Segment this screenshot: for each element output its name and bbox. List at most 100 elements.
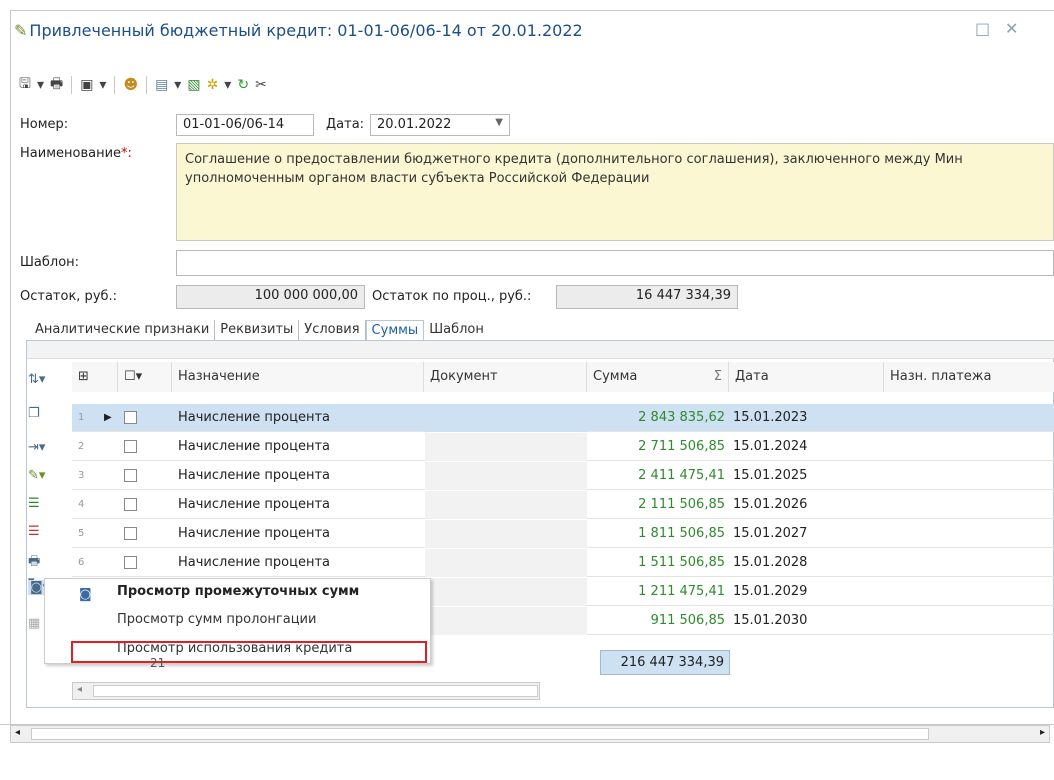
row-checkbox[interactable] bbox=[124, 469, 137, 482]
cell-purpose: Начисление процента bbox=[178, 497, 330, 512]
cell-date: 15.01.2026 bbox=[733, 497, 808, 512]
cell-sum: 1 811 506,85 bbox=[638, 526, 725, 541]
interest-balance-label: Остаток по проц., руб.: bbox=[372, 289, 532, 304]
pencil-icon: ✎ bbox=[14, 21, 28, 40]
scroll-left-icon[interactable]: ◂ bbox=[15, 727, 20, 738]
tab-template[interactable]: Шаблон bbox=[424, 320, 489, 340]
user-icon[interactable]: ☻ bbox=[123, 77, 138, 93]
table-icon[interactable]: ⊞ bbox=[78, 369, 89, 384]
dropdown-arrow-icon[interactable]: ▾ bbox=[174, 77, 181, 93]
cell-date: 15.01.2030 bbox=[733, 613, 808, 628]
footer-count: 21 bbox=[150, 656, 166, 670]
table-row[interactable]: 2 Начисление процента 2 711 506,85 15.01.20… bbox=[72, 433, 1054, 461]
save-icon[interactable]: 🖫 bbox=[19, 73, 31, 97]
interest-balance-field: 16 447 334,39 bbox=[556, 285, 738, 309]
cell-date: 15.01.2025 bbox=[733, 468, 808, 483]
tools-icon[interactable]: ✂ bbox=[255, 77, 267, 93]
toolbar-separator bbox=[71, 76, 73, 94]
menu-item-intermediate-sums[interactable]: Просмотр промежуточных сумм bbox=[117, 584, 359, 599]
cell-date: 15.01.2023 bbox=[733, 410, 808, 425]
cell-sum: 2 111 506,85 bbox=[638, 497, 725, 512]
window-horizontal-scrollbar[interactable]: ◂ ▸ bbox=[10, 725, 1050, 743]
checkbox-icon[interactable]: ☐▾ bbox=[124, 369, 142, 384]
grid-horizontal-scrollbar[interactable]: ◂ bbox=[72, 682, 540, 700]
tab-sums[interactable]: Суммы bbox=[365, 320, 425, 340]
footer-total: 216 447 334,39 bbox=[600, 650, 730, 675]
cell-sum: 2 411 475,41 bbox=[638, 468, 725, 483]
scroll-thumb[interactable] bbox=[93, 685, 538, 697]
maximize-icon[interactable]: □ bbox=[975, 19, 990, 38]
tab-requisites[interactable]: Реквизиты bbox=[215, 320, 300, 340]
row-number: 6 bbox=[78, 557, 85, 568]
row-checkbox[interactable] bbox=[124, 440, 137, 453]
column-document[interactable]: Документ bbox=[424, 362, 587, 392]
sum-icon: Σ bbox=[713, 369, 722, 384]
menu-item-prolongation-sums[interactable]: Просмотр сумм пролонгации bbox=[117, 612, 316, 627]
cell-purpose: Начисление процента bbox=[178, 410, 330, 425]
current-row-icon: ▶ bbox=[104, 412, 112, 423]
cell-document bbox=[425, 520, 587, 548]
dropdown-arrow-icon[interactable]: ▾ bbox=[37, 77, 44, 93]
cell-purpose: Начисление процента bbox=[178, 439, 330, 454]
template-field[interactable] bbox=[176, 250, 1054, 276]
copy-icon[interactable]: ▣ bbox=[80, 77, 93, 93]
row-number: 1 bbox=[78, 412, 85, 423]
cell-document bbox=[425, 462, 587, 490]
cell-document bbox=[425, 433, 587, 461]
cell-date: 15.01.2027 bbox=[733, 526, 808, 541]
add-row-icon[interactable]: ☰ bbox=[28, 496, 40, 511]
magnifier-icon: ◙ bbox=[79, 587, 92, 602]
cell-purpose: Начисление процента bbox=[178, 555, 330, 570]
column-date[interactable]: Дата bbox=[729, 362, 884, 392]
row-checkbox[interactable] bbox=[124, 498, 137, 511]
row-checkbox[interactable] bbox=[124, 556, 137, 569]
column-sum[interactable]: Сумма Σ bbox=[587, 362, 729, 392]
select-all-checkbox-header[interactable]: ☐▾ bbox=[118, 362, 172, 392]
row-number: 4 bbox=[78, 499, 85, 510]
dropdown-arrow-icon[interactable]: ▾ bbox=[224, 77, 231, 93]
toolbar: 🖫 ▾ 🖶 ▣ ▾ ☻ ▤ ▾ ▧ ✲ ▾ ↻ ✂ bbox=[8, 72, 267, 98]
row-checkbox[interactable] bbox=[124, 411, 137, 424]
document-icon[interactable]: ▤ bbox=[155, 77, 168, 93]
cell-sum: 1 511 506,85 bbox=[638, 555, 725, 570]
scroll-thumb[interactable] bbox=[31, 728, 929, 740]
export-icon[interactable]: ▦ bbox=[28, 616, 40, 631]
table-row[interactable]: 6 Начисление процента 1 511 506,85 15.01.20… bbox=[72, 549, 1054, 577]
document-check-icon[interactable]: ▧ bbox=[187, 77, 200, 93]
copy-row-icon[interactable]: ❐ bbox=[28, 406, 40, 421]
delete-row-icon[interactable]: ☰ bbox=[28, 524, 40, 539]
tab-conditions[interactable]: Условия bbox=[299, 320, 366, 340]
cell-document bbox=[425, 491, 587, 519]
refresh-icon[interactable]: ↻ bbox=[237, 77, 249, 93]
name-field[interactable]: Соглашение о предоставлении бюджетного к… bbox=[176, 143, 1054, 241]
close-icon[interactable]: ✕ bbox=[1005, 19, 1018, 38]
row-checkbox[interactable] bbox=[124, 527, 137, 540]
cell-date: 15.01.2028 bbox=[733, 555, 808, 570]
table-row[interactable]: 5 Начисление процента 1 811 506,85 15.01.20… bbox=[72, 520, 1054, 548]
cell-sum: 2 843 835,62 bbox=[638, 410, 725, 425]
table-row[interactable]: 1 ▶ Начисление процента 2 843 835,62 15.01.2… bbox=[72, 404, 1054, 432]
column-purpose[interactable]: Назначение bbox=[172, 362, 424, 392]
cell-sum: 1 211 475,41 bbox=[638, 584, 725, 599]
date-label: Дата: bbox=[326, 117, 365, 132]
sort-icon[interactable]: ⇅▾ bbox=[28, 372, 45, 387]
table-row[interactable]: 4 Начисление процента 2 111 506,85 15.01.20… bbox=[72, 491, 1054, 519]
scroll-left-icon[interactable]: ◂ bbox=[77, 684, 82, 695]
row-number: 2 bbox=[78, 441, 85, 452]
date-field[interactable]: 20.01.2022 ▼ bbox=[370, 114, 510, 136]
dropdown-arrow-icon[interactable]: ▾ bbox=[99, 77, 106, 93]
grid-group-band bbox=[27, 341, 1054, 359]
gear-icon[interactable]: ✲ bbox=[207, 77, 219, 93]
scroll-right-icon[interactable]: ▸ bbox=[1040, 727, 1045, 738]
cell-purpose: Начисление процента bbox=[178, 468, 330, 483]
chevron-down-icon[interactable]: ▼ bbox=[495, 117, 503, 128]
insert-row-icon[interactable]: ⇥▾ bbox=[28, 440, 45, 455]
edit-icon[interactable]: ✎▾ bbox=[28, 468, 45, 483]
table-row[interactable]: 3 Начисление процента 2 411 475,41 15.01.20… bbox=[72, 462, 1054, 490]
tab-analytics[interactable]: Аналитические признаки bbox=[30, 320, 216, 340]
number-field[interactable]: 01-01-06/06-14 bbox=[176, 114, 314, 136]
print-icon[interactable]: 🖶 bbox=[50, 73, 63, 97]
toolbar-separator bbox=[10, 76, 11, 94]
grid-options-header[interactable]: ⊞ bbox=[72, 362, 118, 392]
column-payment-purpose[interactable]: Назн. платежа bbox=[884, 362, 1054, 392]
